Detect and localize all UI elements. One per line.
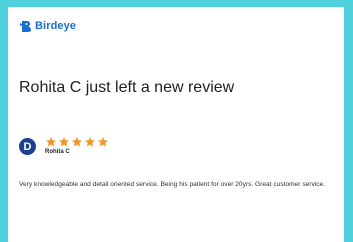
reviewer-name: Rohita C — [45, 149, 70, 155]
star-icon — [58, 135, 70, 147]
brand-header: Birdeye — [19, 18, 76, 34]
star-icon — [97, 135, 109, 147]
notification-card: Birdeye Rohita C just left a new review … — [8, 7, 344, 242]
star-icon — [71, 135, 83, 147]
star-icon — [45, 135, 57, 147]
reviewer-block: D Rohita C — [19, 135, 109, 155]
avatar: D — [19, 138, 36, 155]
review-text: Very knowledgeable and detail oriented s… — [19, 181, 326, 188]
birdeye-logo-icon — [19, 19, 32, 33]
star-icon — [84, 135, 96, 147]
star-rating — [45, 135, 109, 147]
brand-name: Birdeye — [35, 20, 77, 32]
notification-headline: Rohita C just left a new review — [19, 79, 235, 96]
review-meta: Rohita C — [45, 135, 109, 155]
